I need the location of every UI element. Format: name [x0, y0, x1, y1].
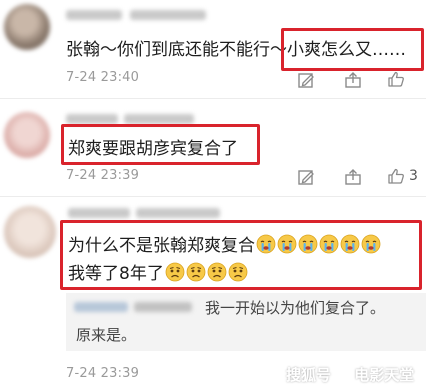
comment-text: 郑爽要跟胡彦宾复合了	[68, 139, 238, 159]
crying-emoji	[319, 234, 339, 254]
comment-text-line1: 为什么不是张翰郑爽复合	[68, 231, 381, 256]
crying-emoji	[277, 234, 297, 254]
divider	[0, 98, 426, 99]
like-count: 3	[409, 168, 418, 184]
comment-time: 7-24 23:39	[66, 366, 140, 381]
username-blurred[interactable]	[124, 114, 194, 124]
sad-emoji	[228, 262, 248, 282]
crying-emoji	[340, 234, 360, 254]
avatar[interactable]	[4, 4, 50, 50]
username-blurred[interactable]	[66, 10, 122, 20]
divider	[0, 196, 426, 197]
sad-emoji	[186, 262, 206, 282]
comment-text-line2: 我等了8年了	[68, 259, 248, 284]
like-icon[interactable]	[387, 70, 405, 88]
avatar[interactable]	[4, 206, 56, 258]
crying-emoji	[298, 234, 318, 254]
avatar[interactable]	[4, 112, 50, 158]
comment-time: 7-24 23:39	[66, 168, 140, 183]
username-blurred[interactable]	[136, 208, 220, 218]
share-icon[interactable]	[344, 71, 362, 89]
username-blurred[interactable]	[68, 208, 130, 218]
sohu-logo-icon	[338, 368, 353, 382]
username-blurred[interactable]	[130, 10, 206, 20]
reply-username-blurred[interactable]	[134, 302, 192, 312]
sad-emoji	[207, 262, 227, 282]
sad-emoji	[165, 262, 185, 282]
reply-text: 我一开始以为他们复合了。	[205, 299, 386, 317]
comment-time: 7-24 23:40	[66, 70, 140, 85]
reply-text-line2: 原来是。	[76, 326, 137, 344]
edit-icon[interactable]	[297, 71, 315, 89]
crying-emoji	[361, 234, 381, 254]
crying-emoji	[256, 234, 276, 254]
edit-icon[interactable]	[297, 168, 315, 186]
share-icon[interactable]	[344, 168, 362, 186]
username-blurred[interactable]	[66, 114, 118, 124]
watermark: 搜狐号 电影天堂	[286, 366, 415, 384]
like-icon[interactable]	[387, 167, 405, 185]
highlight-box	[281, 28, 424, 71]
reply-username-blurred[interactable]	[74, 302, 128, 312]
